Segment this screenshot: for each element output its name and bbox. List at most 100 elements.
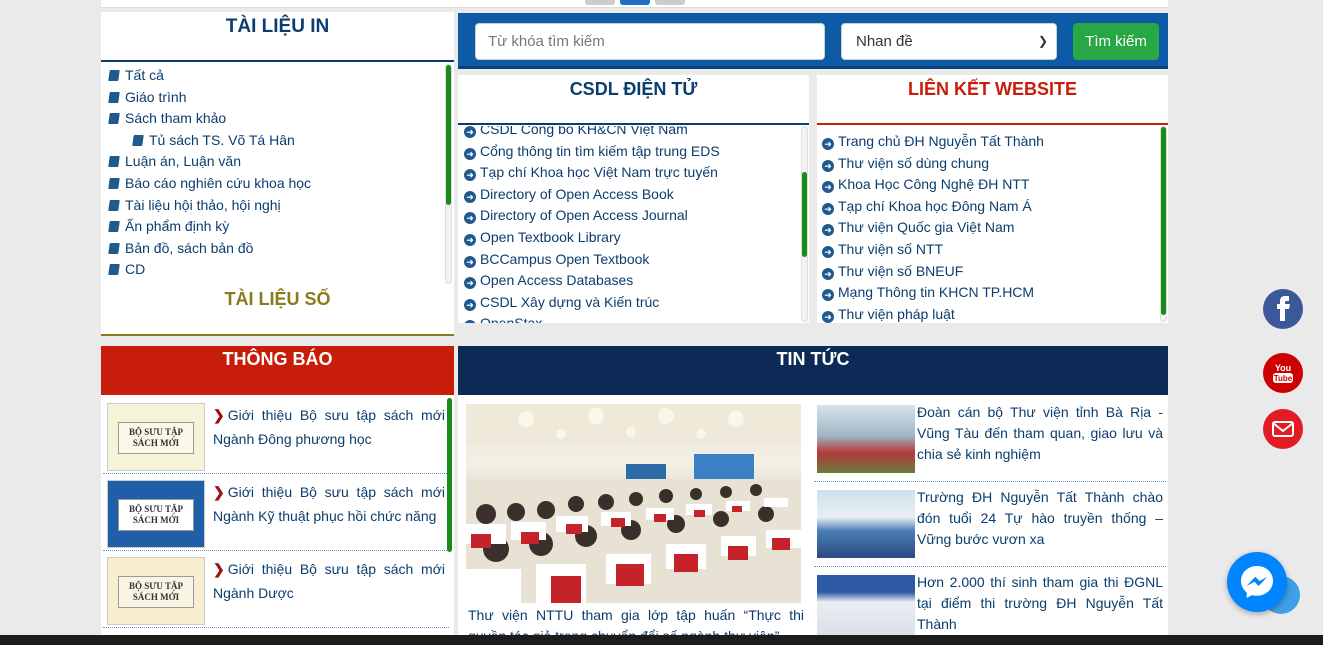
link-item[interactable]: ➜ Thư viện số NTT (822, 239, 1157, 261)
tai-lieu-so-title[interactable]: TÀI LIỆU SỐ (101, 289, 454, 310)
menu-item-label: Tất cả (125, 67, 164, 83)
csdl-item-label: Tạp chí Khoa học Việt Nam trực tuyến (480, 164, 718, 181)
notice-text[interactable]: ❯ Giới thiệu Bộ sưu tập sách mới Ngành Kỹ… (213, 480, 445, 528)
link-item[interactable]: ➜ Khoa Học Công Nghệ ĐH NTT (822, 174, 1157, 196)
link-item[interactable]: ➜ Tạp chí Khoa học Đông Nam Á (822, 196, 1157, 218)
csdl-item[interactable]: ➜ BCCampus Open Textbook (464, 249, 798, 271)
csdl-item[interactable]: ➜ CSDL Công bố KH&CN Việt Nam (464, 126, 798, 141)
book-icon (108, 242, 120, 254)
featured-news-caption[interactable]: Thư viện NTTU tham gia lớp tập huấn “Thự… (468, 605, 804, 636)
csdl-item-label: Directory of Open Access Book (480, 185, 674, 202)
arrow-right-icon: ➜ (822, 267, 834, 280)
scrollbar-thumb[interactable] (447, 398, 452, 552)
featured-news-image[interactable] (466, 404, 801, 603)
arrow-right-icon: ➜ (464, 169, 476, 182)
messenger-icon[interactable] (1227, 552, 1287, 612)
link-item[interactable]: ➜ Thư viện số dùng chung (822, 153, 1157, 175)
thumbnail-caption: BỘ SƯU TẬP SÁCH MỚI (118, 499, 194, 531)
slider-dot[interactable] (585, 0, 615, 5)
arrow-right-icon: ➜ (464, 212, 476, 225)
csdl-item[interactable]: ➜ Open Textbook Library (464, 227, 798, 249)
search-button[interactable]: Tìm kiếm (1073, 23, 1159, 60)
notice-item[interactable]: BỘ SƯU TẬP SÁCH MỚI ❯ Giới thiệu Bộ sưu tậ… (103, 476, 449, 551)
notice-item[interactable]: BỘ SƯU TẬP SÁCH MỚI ❯ Giới thiệu Bộ sưu tậ… (103, 553, 449, 628)
tin-tuc-header: TIN TỨC (458, 346, 1168, 395)
news-item[interactable]: Hơn 2.000 thí sinh tham gia thi ĐGNL tại… (814, 572, 1166, 636)
svg-text:You: You (1275, 363, 1291, 373)
notice-text[interactable]: ❯ Giới thiệu Bộ sưu tập sách mới Ngành Đô… (213, 403, 445, 451)
lien-ket-menu: ➜ Trang chủ ĐH Nguyễn Tất Thành ➜ Thư viện … (822, 131, 1157, 325)
book-icon (108, 70, 120, 81)
menu-item[interactable]: Sách tham khảo (108, 108, 439, 130)
notice-title: Giới thiệu Bộ sưu tập sách mới Ngành Dượ… (213, 561, 445, 601)
news-title[interactable]: Hơn 2.000 thí sinh tham gia thi ĐGNL tại… (917, 572, 1163, 635)
scrollbar-thumb[interactable] (802, 172, 807, 257)
news-thumbnail[interactable] (817, 575, 915, 636)
csdl-item[interactable]: ➜ Open Access Databases (464, 270, 798, 292)
csdl-item-label: Open Textbook Library (480, 228, 621, 245)
link-item[interactable]: ➜ Trang chủ ĐH Nguyễn Tất Thành (822, 131, 1157, 153)
csdl-item[interactable]: ➜ CSDL Xây dựng và Kiến trúc (464, 292, 798, 314)
menu-item[interactable]: Tủ sách TS. Võ Tá Hân (109, 130, 439, 152)
arrow-right-icon: ➜ (464, 190, 476, 203)
menu-item[interactable]: Tài liệu hội thảo, hội nghị (108, 195, 439, 217)
scrollbar-thumb[interactable] (1161, 127, 1166, 315)
notice-text[interactable]: ❯ Giới thiệu Bộ sưu tập sách mới Ngành Dư… (213, 557, 445, 605)
arrow-right-icon: ➜ (464, 233, 476, 246)
youtube-icon[interactable]: You Tube (1263, 353, 1303, 393)
notice-thumbnail[interactable]: BỘ SƯU TẬP SÁCH MỚI (107, 480, 205, 548)
link-item-label: Thư viện Quốc gia Việt Nam (838, 219, 1015, 236)
csdl-menu: ➜ CSDL Công bố KH&CN Việt Nam ➜ Cổng thông … (464, 126, 798, 323)
menu-item[interactable]: Tất cả (108, 65, 439, 87)
search-bar: Từ khóa tìm kiếm Nhan đề ❯ Tìm kiếm (458, 13, 1168, 69)
slider-dot[interactable] (655, 0, 685, 5)
menu-item[interactable]: CD (108, 259, 439, 281)
facebook-icon[interactable] (1263, 289, 1303, 329)
csdl-item[interactable]: ➜ Directory of Open Access Book (464, 184, 798, 206)
tai-lieu-in-panel: TÀI LIỆU IN Tất cả Giáo trình Sách tham kh… (101, 12, 454, 336)
taskbar (0, 635, 1323, 645)
menu-item-label: Luận án, Luận văn (125, 153, 241, 170)
menu-item-label: Giáo trình (125, 88, 187, 105)
menu-item[interactable]: Ấn phẩm định kỳ (108, 216, 439, 238)
lien-ket-title: LIÊN KẾT WEBSITE (907, 79, 1077, 99)
title-divider (458, 123, 809, 125)
search-field-select[interactable]: Nhan đề ❯ (841, 23, 1057, 60)
thumbnail-caption: BỘ SƯU TẬP SÁCH MỚI (118, 422, 194, 454)
notice-thumbnail[interactable]: BỘ SƯU TẬP SÁCH MỚI (107, 403, 205, 471)
csdl-item-label: CSDL Công bố KH&CN Việt Nam (480, 126, 688, 137)
menu-item[interactable]: Bản đồ, sách bản đồ (108, 238, 439, 260)
slider-dot-active[interactable] (620, 0, 650, 5)
book-icon (108, 91, 120, 103)
menu-item[interactable]: Luận án, Luận văn (108, 151, 439, 173)
csdl-item[interactable]: ➜ Cổng thông tin tìm kiếm tập trung EDS (464, 141, 798, 163)
link-item[interactable]: ➜ Thư viện pháp luật (822, 304, 1157, 326)
news-title[interactable]: Đoàn cán bộ Thư viện tỉnh Bà Rịa - Vũng … (917, 402, 1163, 465)
book-icon (108, 264, 120, 276)
csdl-item[interactable]: ➜ Directory of Open Access Journal (464, 205, 798, 227)
csdl-scroll-area[interactable]: ➜ CSDL Công bố KH&CN Việt Nam ➜ Cổng thông … (458, 126, 798, 323)
link-item[interactable]: ➜ Thư viện số BNEUF (822, 261, 1157, 283)
news-item[interactable]: Trường ĐH Nguyễn Tất Thành chào đón tuổi… (814, 487, 1166, 567)
mail-icon[interactable] (1263, 409, 1303, 449)
chevron-right-icon: ❯ (213, 484, 225, 500)
link-item[interactable]: ➜ Thư viện Quốc gia Việt Nam (822, 217, 1157, 239)
arrow-right-icon: ➜ (822, 245, 834, 258)
news-thumbnail[interactable] (817, 490, 915, 558)
news-thumbnail[interactable] (817, 405, 915, 473)
lien-ket-panel: LIÊN KẾT WEBSITE ➜ Trang chủ ĐH Nguyễn Tấ… (817, 75, 1168, 323)
link-item[interactable]: ➜ Mạng Thông tin KHCN TP.HCM (822, 282, 1157, 304)
tin-tuc-panel: TIN TỨC Thư viện NTTU tham gia lớp tập h… (458, 346, 1168, 636)
scrollbar-thumb[interactable] (446, 65, 451, 205)
search-input[interactable]: Từ khóa tìm kiếm (475, 23, 825, 60)
csdl-item[interactable]: ➜ Tạp chí Khoa học Việt Nam trực tuyến (464, 162, 798, 184)
arrow-right-icon: ➜ (464, 255, 476, 268)
notice-thumbnail[interactable]: BỘ SƯU TẬP SÁCH MỚI (107, 557, 205, 625)
news-title[interactable]: Trường ĐH Nguyễn Tất Thành chào đón tuổi… (917, 487, 1163, 550)
news-item[interactable]: Đoàn cán bộ Thư viện tỉnh Bà Rịa - Vũng … (814, 402, 1166, 482)
menu-item[interactable]: Báo cáo nghiên cứu khoa học (108, 173, 439, 195)
notice-item[interactable]: BỘ SƯU TẬP SÁCH MỚI ❯ Giới thiệu Bộ sưu tậ… (103, 399, 449, 474)
csdl-item[interactable]: ➜ OpenStax (464, 313, 798, 323)
link-item-label: Mạng Thông tin KHCN TP.HCM (838, 284, 1035, 301)
menu-item[interactable]: Giáo trình (108, 87, 439, 109)
